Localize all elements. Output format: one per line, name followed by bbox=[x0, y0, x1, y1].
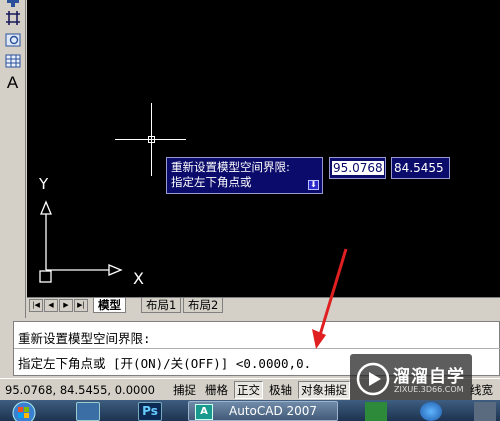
autocad-icon: A bbox=[195, 404, 213, 420]
first-tab-icon[interactable]: |◀ bbox=[29, 299, 43, 312]
region-icon[interactable] bbox=[2, 30, 23, 49]
dynamic-input-x-field[interactable]: 95.0768 bbox=[329, 157, 386, 179]
layout-tabs-bar: |◀ ◀ ▶ ▶| 模型 布局1 布局2 bbox=[27, 297, 500, 313]
tab-layout2[interactable]: 布局2 bbox=[183, 298, 224, 313]
prompt-line-1: 重新设置模型空间界限: bbox=[171, 160, 290, 174]
text-icon[interactable]: A bbox=[2, 73, 23, 92]
browser-icon[interactable] bbox=[420, 402, 442, 421]
ucs-y-label: Y bbox=[38, 175, 49, 193]
draw-toolbar: A bbox=[0, 0, 26, 318]
autocad-task-button[interactable]: A AutoCAD 2007 bbox=[188, 401, 338, 421]
drawing-canvas[interactable]: Y X 重新设置模型空间界限: 指定左下角点或 ⬇ 95.0768 84.545… bbox=[27, 0, 500, 297]
annotation-arrow bbox=[312, 248, 348, 349]
photoshop-task-icon[interactable]: Ps bbox=[138, 402, 162, 421]
next-tab-icon[interactable]: ▶ bbox=[59, 299, 73, 312]
trim-icon[interactable] bbox=[2, 8, 23, 27]
green-app-icon[interactable] bbox=[365, 402, 387, 421]
start-button-icon[interactable] bbox=[3, 401, 45, 421]
ucs-icon: Y X bbox=[38, 175, 144, 288]
grid-button[interactable]: 栅格 bbox=[202, 381, 231, 399]
snap-button[interactable]: 捕捉 bbox=[170, 381, 199, 399]
cursor-coordinates: 95.0768, 84.5455, 0.0000 bbox=[5, 383, 155, 397]
explorer-task-icon[interactable] bbox=[76, 402, 100, 421]
text-tool-label: A bbox=[6, 72, 19, 92]
prompt-options-down-icon[interactable]: ⬇ bbox=[308, 180, 319, 190]
osnap-button[interactable]: 对象捕捉 bbox=[298, 381, 350, 399]
command-history-line: 重新设置模型空间界限: bbox=[18, 331, 151, 346]
input-x-value: 95.0768 bbox=[332, 161, 384, 175]
dynamic-input-y-field[interactable]: 84.5455 bbox=[391, 157, 450, 179]
tab-layout1[interactable]: 布局1 bbox=[141, 298, 182, 313]
ortho-button[interactable]: 正交 bbox=[234, 381, 263, 399]
polar-button[interactable]: 极轴 bbox=[266, 381, 295, 399]
prompt-line-2: 指定左下角点或 bbox=[171, 175, 252, 189]
autocad-task-label: AutoCAD 2007 bbox=[229, 404, 318, 418]
command-divider bbox=[14, 348, 500, 349]
watermark-title: 溜溜自学 bbox=[393, 367, 465, 387]
ucs-x-label: X bbox=[133, 269, 144, 288]
watermark-subtitle: ZIXUE.3D66.COM bbox=[394, 385, 464, 394]
tray-app-icon[interactable] bbox=[474, 402, 496, 421]
table-icon[interactable] bbox=[2, 51, 23, 70]
tab-model[interactable]: 模型 bbox=[93, 298, 126, 313]
dynamic-input-prompt: 重新设置模型空间界限: 指定左下角点或 ⬇ bbox=[166, 157, 323, 194]
last-tab-icon[interactable]: ▶| bbox=[74, 299, 88, 312]
play-logo-icon bbox=[356, 362, 390, 396]
prev-tab-icon[interactable]: ◀ bbox=[44, 299, 58, 312]
windows-taskbar: Ps A AutoCAD 2007 bbox=[0, 400, 500, 421]
watermark-logo: 溜溜自学 ZIXUE.3D66.COM bbox=[350, 354, 472, 406]
command-prompt-line[interactable]: 指定左下角点或 [开(ON)/关(OFF)] <0.0000,0. bbox=[18, 353, 311, 372]
autocad-window: A Y X 重新设置模型空间界限: 指定左下角点或 ⬇ 95.0768 84.5… bbox=[0, 0, 500, 421]
